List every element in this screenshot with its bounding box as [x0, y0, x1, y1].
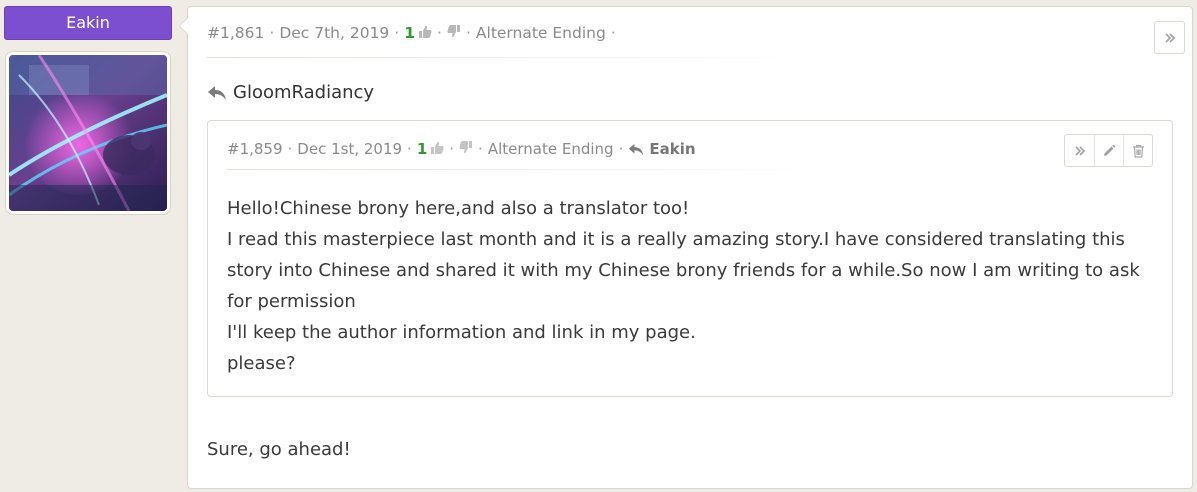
separator: · — [407, 140, 412, 158]
thumbs-down-icon[interactable] — [459, 140, 473, 158]
author-name-link[interactable]: Eakin — [4, 6, 172, 40]
quote-author-link[interactable]: Eakin — [628, 140, 696, 158]
thumbs-up-icon[interactable] — [418, 24, 432, 42]
reply-to-name: GloomRadiancy — [233, 82, 375, 103]
separator: · — [465, 24, 471, 42]
avatar[interactable] — [6, 52, 170, 214]
author-column: Eakin — [4, 6, 172, 214]
separator: · — [478, 140, 483, 158]
expand-button[interactable] — [1155, 22, 1184, 53]
comment-meta: #1,861 · Dec 7th, 2019 · 1 · · Alternate… — [207, 24, 621, 42]
quote-date: Dec 1st, 2019 — [297, 140, 403, 158]
quote-author-name: Eakin — [649, 140, 696, 158]
quote-line: Hello!Chinese brony here,and also a tran… — [227, 198, 690, 219]
edit-button[interactable] — [1094, 135, 1123, 166]
quote-number-link[interactable]: #1,859 — [227, 140, 283, 158]
avatar-image — [9, 55, 167, 211]
quote-actions — [1064, 134, 1153, 167]
quote-score: 1 — [416, 140, 428, 158]
separator: · — [287, 140, 293, 158]
quote-expand-button[interactable] — [1065, 135, 1094, 166]
reply-arrow-icon — [207, 85, 227, 101]
comment-card: #1,861 · Dec 7th, 2019 · 1 · · Alternate… — [179, 6, 1193, 489]
thumbs-down-icon[interactable] — [447, 24, 461, 42]
comment-date: Dec 7th, 2019 — [279, 24, 390, 42]
quote-line: I read this masterpiece last month and i… — [227, 229, 1140, 312]
quote-body: Hello!Chinese brony here,and also a tran… — [227, 193, 1157, 379]
separator: · — [437, 24, 442, 42]
quote-line: please? — [227, 353, 296, 374]
comment-score: 1 — [404, 24, 416, 42]
pencil-icon — [1104, 144, 1116, 156]
double-chevron-right-icon — [1074, 145, 1085, 156]
meta-divider — [207, 57, 807, 58]
quote-meta: #1,859 · Dec 1st, 2019 · 1 · · Alternate… — [227, 140, 696, 158]
quote-meta-divider — [227, 169, 827, 170]
thumbs-up-icon[interactable] — [430, 140, 444, 158]
separator: · — [449, 140, 455, 158]
reply-arrow-icon — [629, 143, 644, 155]
story-link[interactable]: Alternate Ending — [476, 24, 606, 42]
comment-body: Sure, go ahead! — [207, 439, 351, 460]
separator: · — [394, 24, 400, 42]
comment-actions — [1154, 21, 1185, 54]
quoted-comment: #1,859 · Dec 1st, 2019 · 1 · · Alternate… — [207, 120, 1173, 397]
separator: · — [269, 24, 275, 42]
reply-to-link[interactable]: GloomRadiancy — [207, 82, 374, 103]
quote-story-link[interactable]: Alternate Ending — [488, 140, 614, 158]
delete-button[interactable] — [1123, 135, 1152, 166]
trash-icon — [1132, 144, 1144, 158]
separator: · — [610, 24, 616, 42]
double-chevron-right-icon — [1164, 32, 1175, 43]
quote-line: I'll keep the author information and lin… — [227, 322, 696, 343]
comment-number-link[interactable]: #1,861 — [207, 24, 264, 42]
separator: · — [618, 140, 624, 158]
